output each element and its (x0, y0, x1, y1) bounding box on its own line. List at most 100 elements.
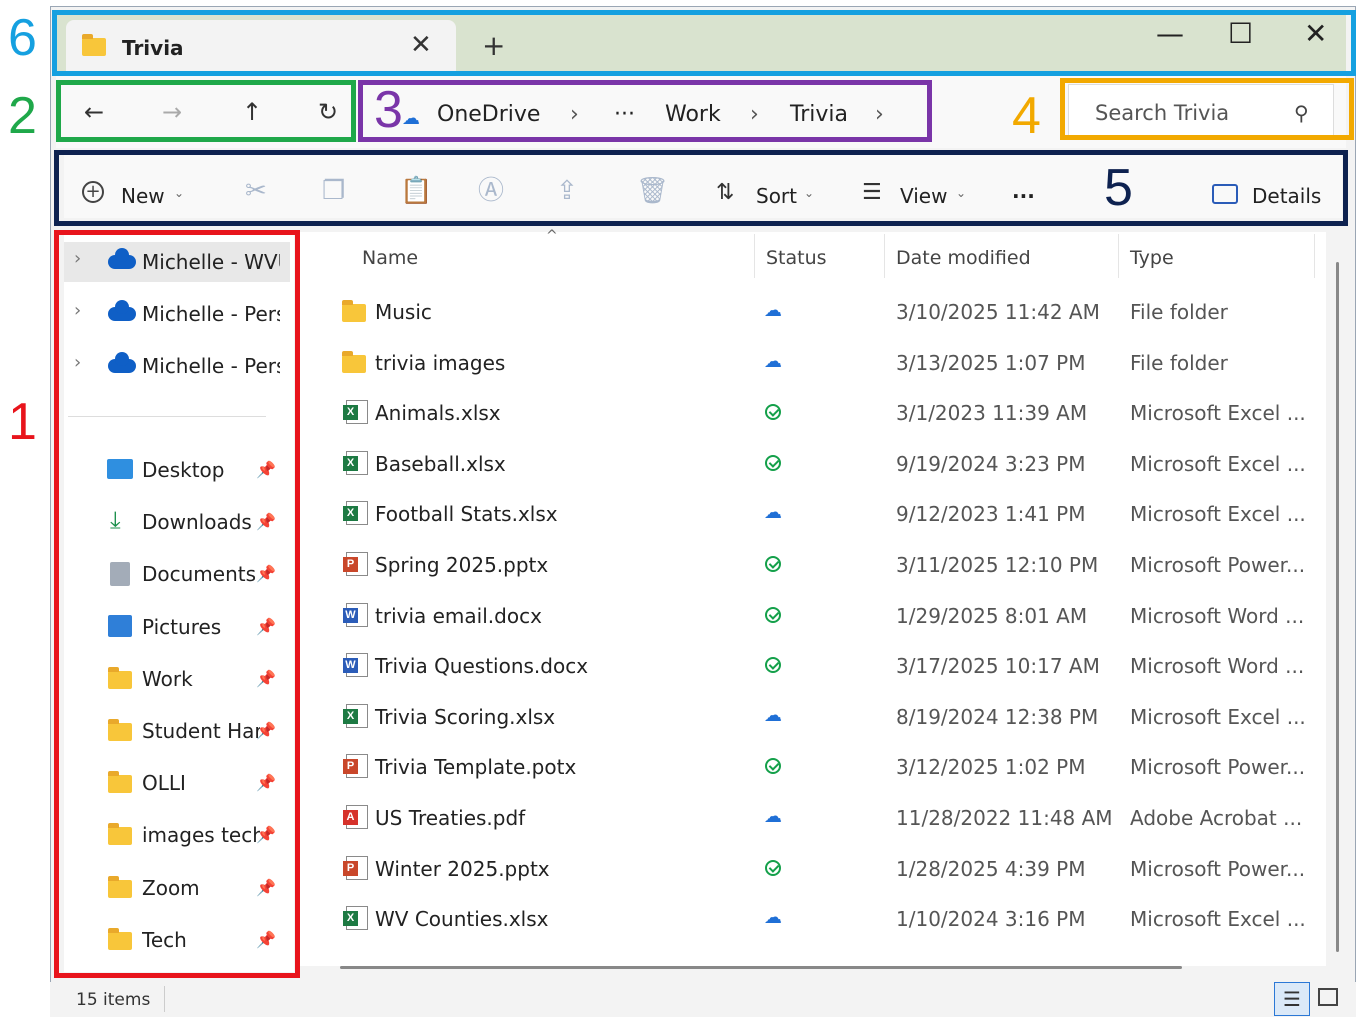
file-type: Microsoft Excel ... (1130, 502, 1306, 527)
column-divider[interactable] (1314, 234, 1315, 278)
chevron-right-icon[interactable]: › (875, 102, 884, 127)
sidebar-item-label: Work (142, 666, 193, 691)
sidebar-item-label: OLLI (142, 771, 186, 796)
pin-icon[interactable]: 📌 (256, 878, 276, 897)
view-button[interactable]: View (900, 184, 947, 208)
minimize-button[interactable]: — (1156, 20, 1184, 48)
file-type: File folder (1130, 300, 1228, 324)
chevron-right-icon[interactable]: › (74, 248, 81, 269)
pin-icon[interactable]: 📌 (256, 773, 276, 792)
file-type: Microsoft Excel ... (1130, 907, 1306, 932)
date-modified: 1/10/2024 3:16 PM (896, 907, 1086, 932)
file-name[interactable]: Winter 2025.pptx (375, 857, 550, 881)
folder-icon (108, 875, 132, 898)
synced-check-icon (765, 454, 781, 471)
breadcrumb-onedrive[interactable]: OneDrive (437, 102, 540, 127)
delete-icon[interactable]: 🗑 (636, 178, 669, 204)
details-button[interactable]: Details (1252, 184, 1321, 208)
file-name[interactable]: trivia images (375, 351, 505, 375)
item-count: 15 items (76, 990, 151, 1010)
chevron-down-icon[interactable]: ⌄ (174, 186, 184, 200)
sort-icon[interactable]: ⇅ (716, 180, 734, 205)
column-header-status[interactable]: Status (766, 247, 827, 269)
forward-icon[interactable]: → (162, 100, 182, 124)
up-icon[interactable]: ↑ (242, 100, 262, 124)
date-modified: 11/28/2022 11:48 AM (896, 806, 1113, 830)
chevron-right-icon[interactable]: › (570, 102, 579, 127)
details-view-toggle[interactable]: ☰ (1274, 982, 1310, 1016)
close-tab-icon[interactable]: ✕ (410, 32, 432, 58)
more-options-button[interactable]: ··· (1012, 184, 1035, 208)
file-name[interactable]: US Treaties.pdf (375, 806, 525, 830)
share-icon[interactable]: ⇪ (556, 178, 578, 204)
file-name[interactable]: Baseball.xlsx (375, 452, 506, 476)
search-icon[interactable]: ⚲ (1294, 101, 1309, 125)
column-header-date[interactable]: Date modified (896, 247, 1031, 269)
word-file-icon: W (343, 653, 368, 678)
pin-icon[interactable]: 📌 (256, 617, 276, 636)
onedrive-icon (108, 248, 136, 269)
rename-icon[interactable]: Ⓐ (478, 178, 504, 204)
paste-icon[interactable]: 📋 (400, 178, 432, 204)
file-name[interactable]: WV Counties.xlsx (375, 907, 549, 931)
file-name[interactable]: Animals.xlsx (375, 401, 501, 425)
new-tab-button[interactable]: + (482, 32, 505, 60)
status-divider (164, 986, 165, 1012)
column-divider[interactable] (884, 234, 885, 278)
new-button[interactable]: New (121, 184, 165, 208)
file-name[interactable]: Football Stats.xlsx (375, 502, 558, 526)
chevron-right-icon[interactable]: › (74, 300, 81, 321)
details-pane-icon[interactable] (1212, 184, 1238, 204)
file-name[interactable]: Music (375, 300, 432, 324)
new-icon[interactable]: + (82, 181, 104, 203)
close-window-button[interactable]: ✕ (1304, 20, 1327, 48)
onedrive-icon (108, 352, 136, 373)
file-name[interactable]: Trivia Template.potx (375, 755, 576, 779)
date-modified: 3/11/2025 12:10 PM (896, 553, 1099, 577)
file-name[interactable]: Spring 2025.pptx (375, 553, 548, 577)
file-type: Microsoft Excel ... (1130, 401, 1306, 426)
folder-icon (342, 350, 366, 373)
refresh-icon[interactable]: ↻ (318, 100, 338, 124)
column-header-name[interactable]: Name (362, 247, 418, 269)
breadcrumb-trivia[interactable]: Trivia (790, 102, 848, 127)
synced-check-icon (765, 859, 781, 876)
documents-icon (110, 562, 130, 587)
sidebar-item-label: images tech (142, 823, 260, 848)
chevron-down-icon[interactable]: ⌄ (956, 186, 966, 200)
view-icon[interactable]: ☰ (862, 180, 882, 205)
date-modified: 3/10/2025 11:42 AM (896, 300, 1100, 324)
breadcrumb-ellipsis[interactable]: ··· (614, 102, 635, 127)
sidebar-item-label: Pictures (142, 614, 222, 639)
pin-icon[interactable]: 📌 (256, 512, 276, 531)
folder-icon (342, 300, 366, 322)
chevron-right-icon[interactable]: › (750, 102, 759, 127)
pin-icon[interactable]: 📌 (256, 930, 276, 949)
copy-icon[interactable]: ❐ (322, 178, 345, 204)
file-name[interactable]: trivia email.docx (375, 604, 542, 628)
sort-button[interactable]: Sort (756, 184, 797, 208)
column-divider[interactable] (754, 234, 755, 278)
pin-icon[interactable]: 📌 (256, 669, 276, 688)
chevron-right-icon[interactable]: › (74, 352, 81, 373)
file-name[interactable]: Trivia Scoring.xlsx (375, 705, 555, 729)
chevron-down-icon[interactable]: ⌄ (804, 186, 814, 200)
cloud-status-icon: ☁ (764, 350, 782, 372)
pin-icon[interactable]: 📌 (256, 460, 276, 479)
maximize-button[interactable]: ☐ (1228, 20, 1253, 48)
vertical-scrollbar[interactable] (1336, 262, 1339, 952)
large-icons-view-toggle[interactable] (1318, 988, 1338, 1006)
folder-icon (108, 927, 132, 950)
pin-icon[interactable]: 📌 (256, 825, 276, 844)
column-divider[interactable] (1118, 234, 1119, 278)
breadcrumb-work[interactable]: Work (665, 102, 721, 127)
back-icon[interactable]: ← (84, 100, 104, 124)
pin-icon[interactable]: 📌 (256, 564, 276, 583)
column-header-type[interactable]: Type (1130, 247, 1174, 269)
sidebar-item-label: Documents (142, 562, 257, 587)
sidebar-item-label: Downloads (142, 510, 252, 535)
pin-icon[interactable]: 📌 (256, 721, 276, 740)
file-name[interactable]: Trivia Questions.docx (375, 654, 588, 678)
cut-icon[interactable]: ✂ (245, 178, 267, 204)
horizontal-scrollbar[interactable] (340, 966, 1182, 969)
